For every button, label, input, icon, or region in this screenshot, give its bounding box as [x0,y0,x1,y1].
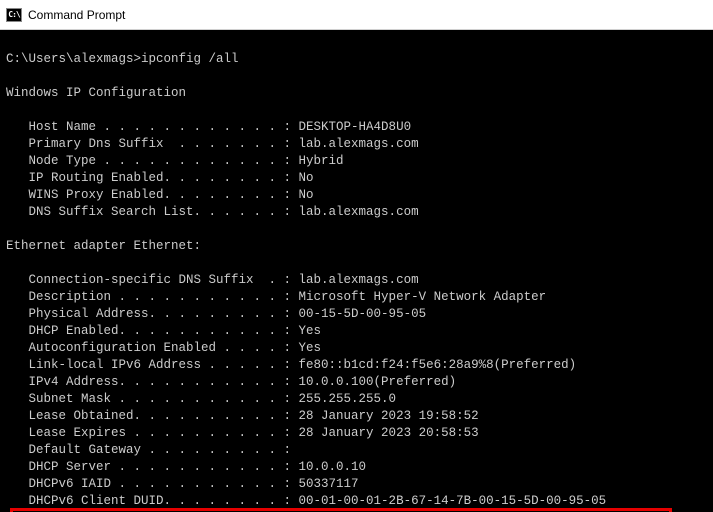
row-link-local-ipv6: Link-local IPv6 Address . . . . . : fe80… [6,358,576,372]
row-wins-proxy: WINS Proxy Enabled. . . . . . . . : No [6,188,314,202]
section-ip-config: Windows IP Configuration [6,86,186,100]
row-primary-dns-suffix: Primary Dns Suffix . . . . . . . : lab.a… [6,137,419,151]
window-title: Command Prompt [28,8,125,22]
row-host-name: Host Name . . . . . . . . . . . . : DESK… [6,120,411,134]
prompt-line: C:\Users\alexmags>ipconfig /all [6,52,239,66]
command-prompt-icon: C:\ [6,8,22,22]
row-lease-obtained: Lease Obtained. . . . . . . . . . : 28 J… [6,409,479,423]
row-subnet-mask: Subnet Mask . . . . . . . . . . . : 255.… [6,392,396,406]
row-description: Description . . . . . . . . . . . : Micr… [6,290,546,304]
row-ipv4-address: IPv4 Address. . . . . . . . . . . : 10.0… [6,375,456,389]
row-dhcp-server: DHCP Server . . . . . . . . . . . : 10.0… [6,460,366,474]
row-conn-dns-suffix: Connection-specific DNS Suffix . : lab.a… [6,273,419,287]
row-physical-address: Physical Address. . . . . . . . . : 00-1… [6,307,426,321]
row-dhcp-enabled: DHCP Enabled. . . . . . . . . . . : Yes [6,324,321,338]
section-ethernet-adapter: Ethernet adapter Ethernet: [6,239,201,253]
row-node-type: Node Type . . . . . . . . . . . . : Hybr… [6,154,344,168]
row-dhcpv6-client-duid: DHCPv6 Client DUID. . . . . . . . : 00-0… [6,494,606,508]
row-dns-suffix-search: DNS Suffix Search List. . . . . . : lab.… [6,205,419,219]
row-default-gateway: Default Gateway . . . . . . . . . : [6,443,291,457]
prompt-path: C:\Users\alexmags> [6,52,141,66]
command-text: ipconfig /all [141,52,239,66]
row-ip-routing: IP Routing Enabled. . . . . . . . : No [6,171,314,185]
row-lease-expires: Lease Expires . . . . . . . . . . : 28 J… [6,426,479,440]
row-dhcpv6-iaid: DHCPv6 IAID . . . . . . . . . . . : 5033… [6,477,359,491]
terminal-output[interactable]: C:\Users\alexmags>ipconfig /all Windows … [0,30,713,512]
window-titlebar: C:\ Command Prompt [0,0,713,30]
row-autoconfig: Autoconfiguration Enabled . . . . : Yes [6,341,321,355]
